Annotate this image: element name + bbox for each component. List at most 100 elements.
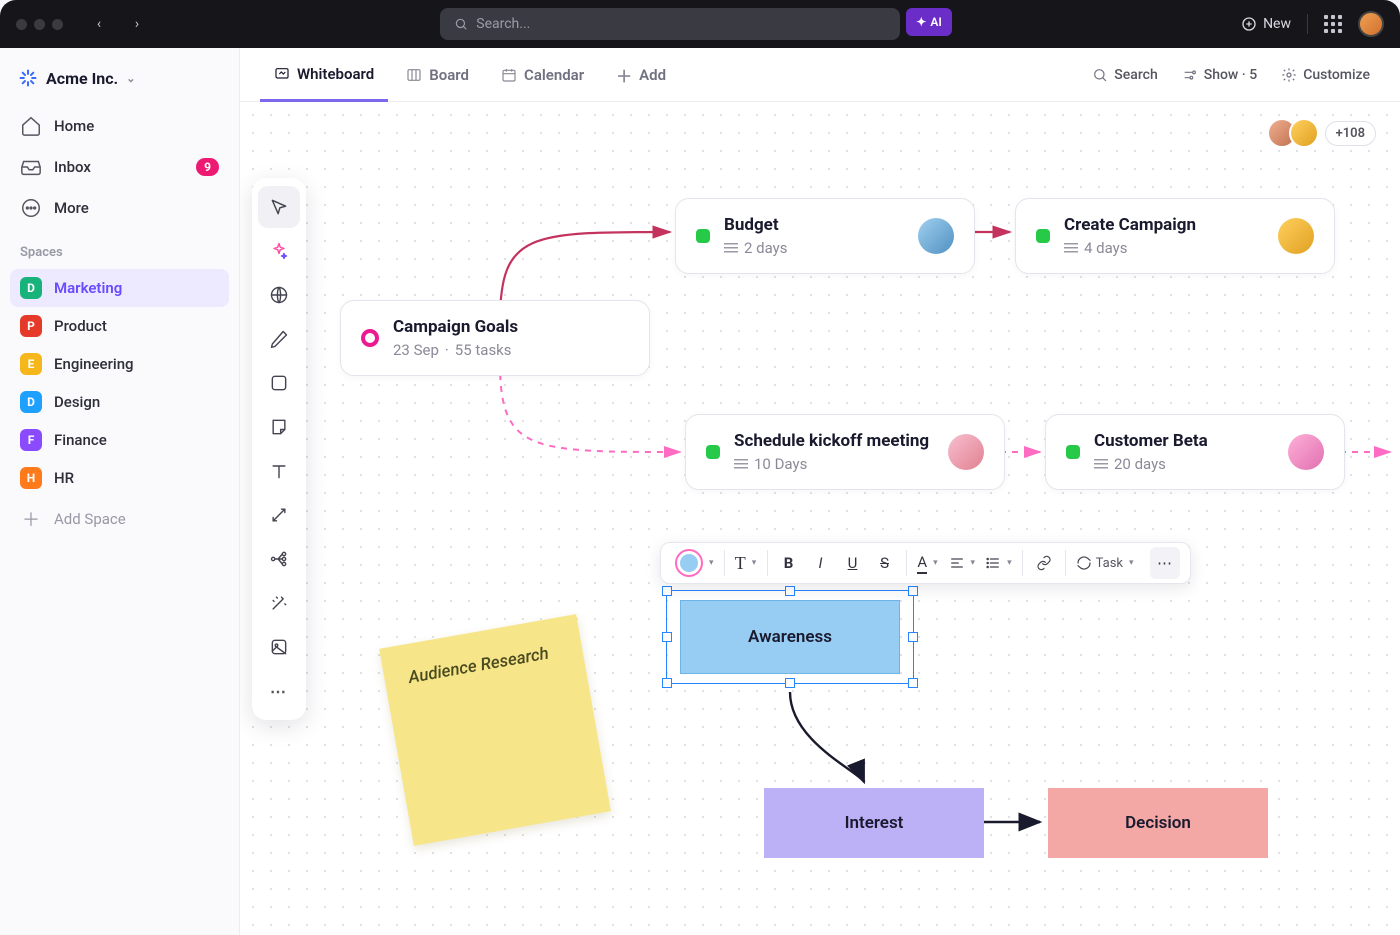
space-item-engineering[interactable]: EEngineering [10,345,229,383]
tool-shape[interactable] [258,362,300,404]
inbox-icon [20,156,42,178]
assignee-avatar[interactable] [948,434,984,470]
tool-web[interactable] [258,274,300,316]
plus-icon: ＋ [616,63,632,87]
assignee-avatar[interactable] [1278,218,1314,254]
tool-pen[interactable] [258,318,300,360]
space-color-icon: H [20,467,42,489]
tool-image[interactable] [258,626,300,668]
tool-ai[interactable] [258,230,300,272]
search-icon [454,17,468,31]
space-item-marketing[interactable]: D Marketing [10,269,229,307]
italic-button[interactable]: I [806,547,836,579]
fill-color-button[interactable]: ▾ [671,547,718,579]
customize-button[interactable]: Customize [1271,67,1380,83]
space-color-icon: P [20,315,42,337]
square-icon [269,373,289,393]
space-label: HR [54,469,74,487]
nav-back-button[interactable]: ‹ [85,10,113,38]
description-icon [724,243,738,253]
wand-icon [269,593,289,613]
tab-whiteboard[interactable]: Whiteboard [260,48,388,102]
space-item-product[interactable]: PProduct [10,307,229,345]
sticky-note-icon [269,417,289,437]
user-avatar[interactable] [1358,11,1384,37]
search-icon [1092,67,1108,83]
node-campaign-goals[interactable]: Campaign Goals 23 Sep·55 tasks [340,300,650,376]
assignee-avatar[interactable] [1288,434,1324,470]
tool-sticky[interactable] [258,406,300,448]
font-button[interactable]: T▾ [731,547,761,579]
node-create-campaign[interactable]: Create Campaign 4 days [1015,198,1335,274]
whiteboard-canvas[interactable]: +108 ⋯ [240,102,1400,935]
nav-inbox[interactable]: Inbox 9 [10,147,229,187]
show-button[interactable]: Show · 5 [1172,67,1267,83]
board-icon [406,67,422,83]
tool-text[interactable] [258,450,300,492]
view-tabs: Whiteboard Board Calendar ＋ Add Search [240,48,1400,102]
nav-more[interactable]: More [10,188,229,228]
gear-icon [1281,67,1297,83]
status-square-icon [696,229,710,243]
refresh-icon [1076,555,1092,571]
node-kickoff[interactable]: Schedule kickoff meeting 10 Days [685,414,1005,490]
space-item-hr[interactable]: H HR [10,459,229,497]
cursor-icon [269,197,289,217]
space-label: Marketing [54,279,122,297]
workspace-switcher[interactable]: Acme Inc. ⌄ [10,62,229,94]
window-controls[interactable] [16,19,63,30]
assignee-avatar[interactable] [918,218,954,254]
convert-task-button[interactable]: Task▾ [1072,547,1138,579]
node-customer-beta[interactable]: Customer Beta 20 days [1045,414,1345,490]
new-button[interactable]: New [1241,16,1291,32]
workspace-logo-icon [18,68,38,88]
space-item-design[interactable]: D Design [10,383,229,421]
plus-icon: ＋ [20,508,42,530]
format-toolbar: ▾ T▾ B I U S A▾ ▾ ▾ [660,542,1191,584]
status-square-icon [1066,445,1080,459]
more-format-button[interactable]: ⋯ [1150,547,1180,579]
inbox-badge: 9 [196,158,219,176]
search-view-button[interactable]: Search [1082,67,1167,83]
ai-button[interactable]: ✦ AI [906,8,952,36]
shape-interest[interactable]: Interest [764,788,984,858]
space-label: Engineering [54,355,134,373]
node-budget[interactable]: Budget 2 days [675,198,975,274]
space-item-finance[interactable]: FFinance [10,421,229,459]
space-label: Design [54,393,100,411]
presence-avatars[interactable]: +108 [1267,118,1376,148]
space-label: Finance [54,431,107,449]
spaces-heading: Spaces [10,229,229,268]
status-ring-icon [361,329,379,347]
global-search-input[interactable]: Search... [440,8,900,40]
shape-decision[interactable]: Decision [1048,788,1268,858]
tool-select[interactable] [258,186,300,228]
strikethrough-button[interactable]: S [870,547,900,579]
tab-add-view[interactable]: ＋ Add [602,48,680,102]
tool-more[interactable]: ⋯ [258,670,300,712]
list-button[interactable]: ▾ [981,547,1016,579]
space-color-icon: D [20,277,42,299]
bold-button[interactable]: B [774,547,804,579]
nav-forward-button[interactable]: › [123,10,151,38]
presence-avatar[interactable] [1289,118,1319,148]
apps-grid-icon[interactable] [1324,15,1342,33]
tool-connector[interactable] [258,494,300,536]
nav-home[interactable]: Home [10,106,229,146]
add-space-button[interactable]: ＋ Add Space [10,498,229,540]
tool-palette: ⋯ [252,178,306,720]
presence-more[interactable]: +108 [1325,121,1376,146]
underline-button[interactable]: U [838,547,868,579]
align-button[interactable]: ▾ [945,547,980,579]
tab-board[interactable]: Board [392,48,483,102]
status-square-icon [1036,229,1050,243]
space-color-icon: D [20,391,42,413]
sticky-note[interactable]: Audience Research [379,614,611,846]
sparkle-icon: ✦ [916,15,926,29]
link-button[interactable] [1029,547,1059,579]
text-color-button[interactable]: A▾ [913,547,943,579]
tool-magic[interactable] [258,582,300,624]
tool-mindmap[interactable] [258,538,300,580]
shape-awareness[interactable]: Awareness [680,600,900,674]
tab-calendar[interactable]: Calendar [487,48,598,102]
